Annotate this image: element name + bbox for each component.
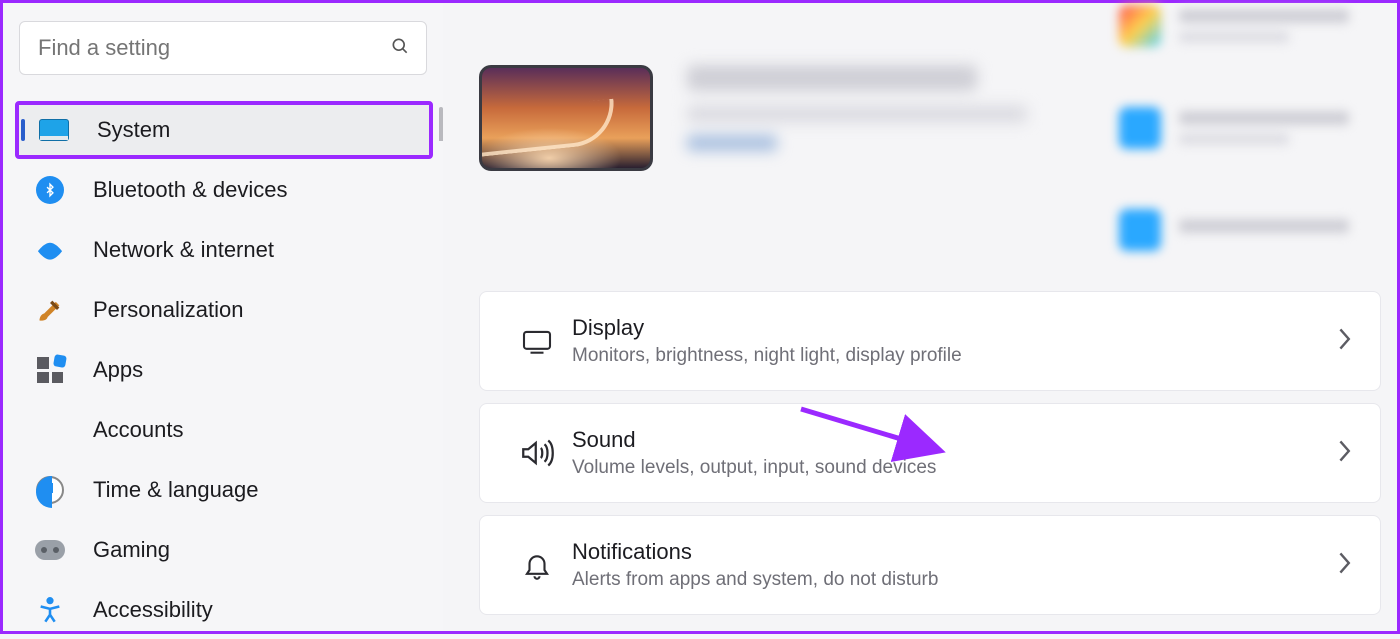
display-icon (508, 328, 566, 354)
search-icon (390, 36, 410, 61)
sidebar-item-label: Network & internet (93, 237, 274, 263)
device-meta (687, 65, 1027, 151)
card-desc: Alerts from apps and system, do not dist… (572, 569, 1336, 591)
system-icon (39, 115, 69, 145)
card-desc: Volume levels, output, input, sound devi… (572, 457, 1336, 479)
sidebar-item-label: Accessibility (93, 597, 213, 623)
sidebar-item-personalization[interactable]: Personalization (15, 281, 433, 339)
device-thumbnail (479, 65, 653, 171)
accessibility-icon (35, 595, 65, 625)
sidebar-item-network[interactable]: Network & internet (15, 221, 433, 279)
card-notifications[interactable]: Notifications Alerts from apps and syste… (479, 515, 1381, 615)
card-title: Display (572, 315, 1336, 341)
chevron-right-icon (1336, 327, 1352, 356)
sidebar-item-label: Bluetooth & devices (93, 177, 287, 203)
card-title: Sound (572, 427, 1336, 453)
main-content: Display Monitors, brightness, night ligh… (443, 3, 1397, 631)
search-input[interactable] (38, 35, 390, 61)
search-field[interactable] (19, 21, 427, 75)
sidebar-item-system[interactable]: System (15, 101, 433, 159)
sidebar-item-label: Personalization (93, 297, 243, 323)
bell-icon (508, 550, 566, 580)
sidebar-item-label: Time & language (93, 477, 259, 503)
sidebar-item-label: Apps (93, 357, 143, 383)
nav-list: System Bluetooth & devices Network & int… (15, 101, 433, 639)
sidebar-item-label: Accounts (93, 417, 184, 443)
sidebar-item-gaming[interactable]: Gaming (15, 521, 433, 579)
chevron-right-icon (1336, 439, 1352, 468)
sidebar-item-accessibility[interactable]: Accessibility (15, 581, 433, 639)
person-icon (35, 415, 65, 445)
gamepad-icon (35, 535, 65, 565)
sidebar-item-apps[interactable]: Apps (15, 341, 433, 399)
settings-card-list: Display Monitors, brightness, night ligh… (479, 291, 1381, 615)
sidebar: System Bluetooth & devices Network & int… (3, 3, 443, 631)
brush-icon (35, 295, 65, 325)
card-title: Notifications (572, 539, 1336, 565)
bluetooth-icon (35, 175, 65, 205)
sidebar-item-label: Gaming (93, 537, 170, 563)
sidebar-item-accounts[interactable]: Accounts (15, 401, 433, 459)
clock-globe-icon (35, 475, 65, 505)
wifi-icon (35, 235, 65, 265)
chevron-right-icon (1336, 551, 1352, 580)
apps-icon (35, 355, 65, 385)
sidebar-item-time[interactable]: Time & language (15, 461, 433, 519)
sound-icon (508, 438, 566, 468)
right-info-panel (1119, 5, 1379, 311)
sidebar-item-bluetooth[interactable]: Bluetooth & devices (15, 161, 433, 219)
card-sound[interactable]: Sound Volume levels, output, input, soun… (479, 403, 1381, 503)
card-desc: Monitors, brightness, night light, displ… (572, 345, 1336, 367)
sidebar-item-label: System (97, 117, 170, 143)
